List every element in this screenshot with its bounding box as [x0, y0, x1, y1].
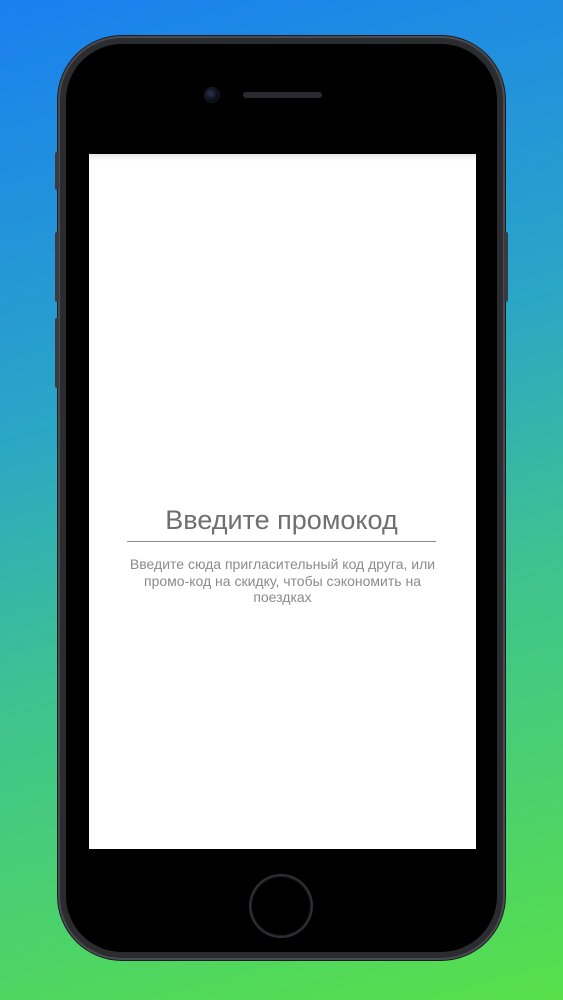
mute-switch [55, 152, 59, 190]
screen-top-shadow [89, 154, 476, 161]
app-screen: Введите сюда пригласительный код друга, … [89, 154, 476, 849]
volume-down-button [55, 318, 59, 388]
home-button[interactable] [251, 876, 311, 936]
promo-code-input[interactable] [127, 499, 436, 542]
power-button [504, 232, 508, 302]
front-camera-icon [205, 88, 219, 102]
promo-code-hint: Введите сюда пригласительный код друга, … [129, 556, 436, 605]
earpiece-speaker [243, 92, 322, 98]
volume-up-button [55, 232, 59, 302]
